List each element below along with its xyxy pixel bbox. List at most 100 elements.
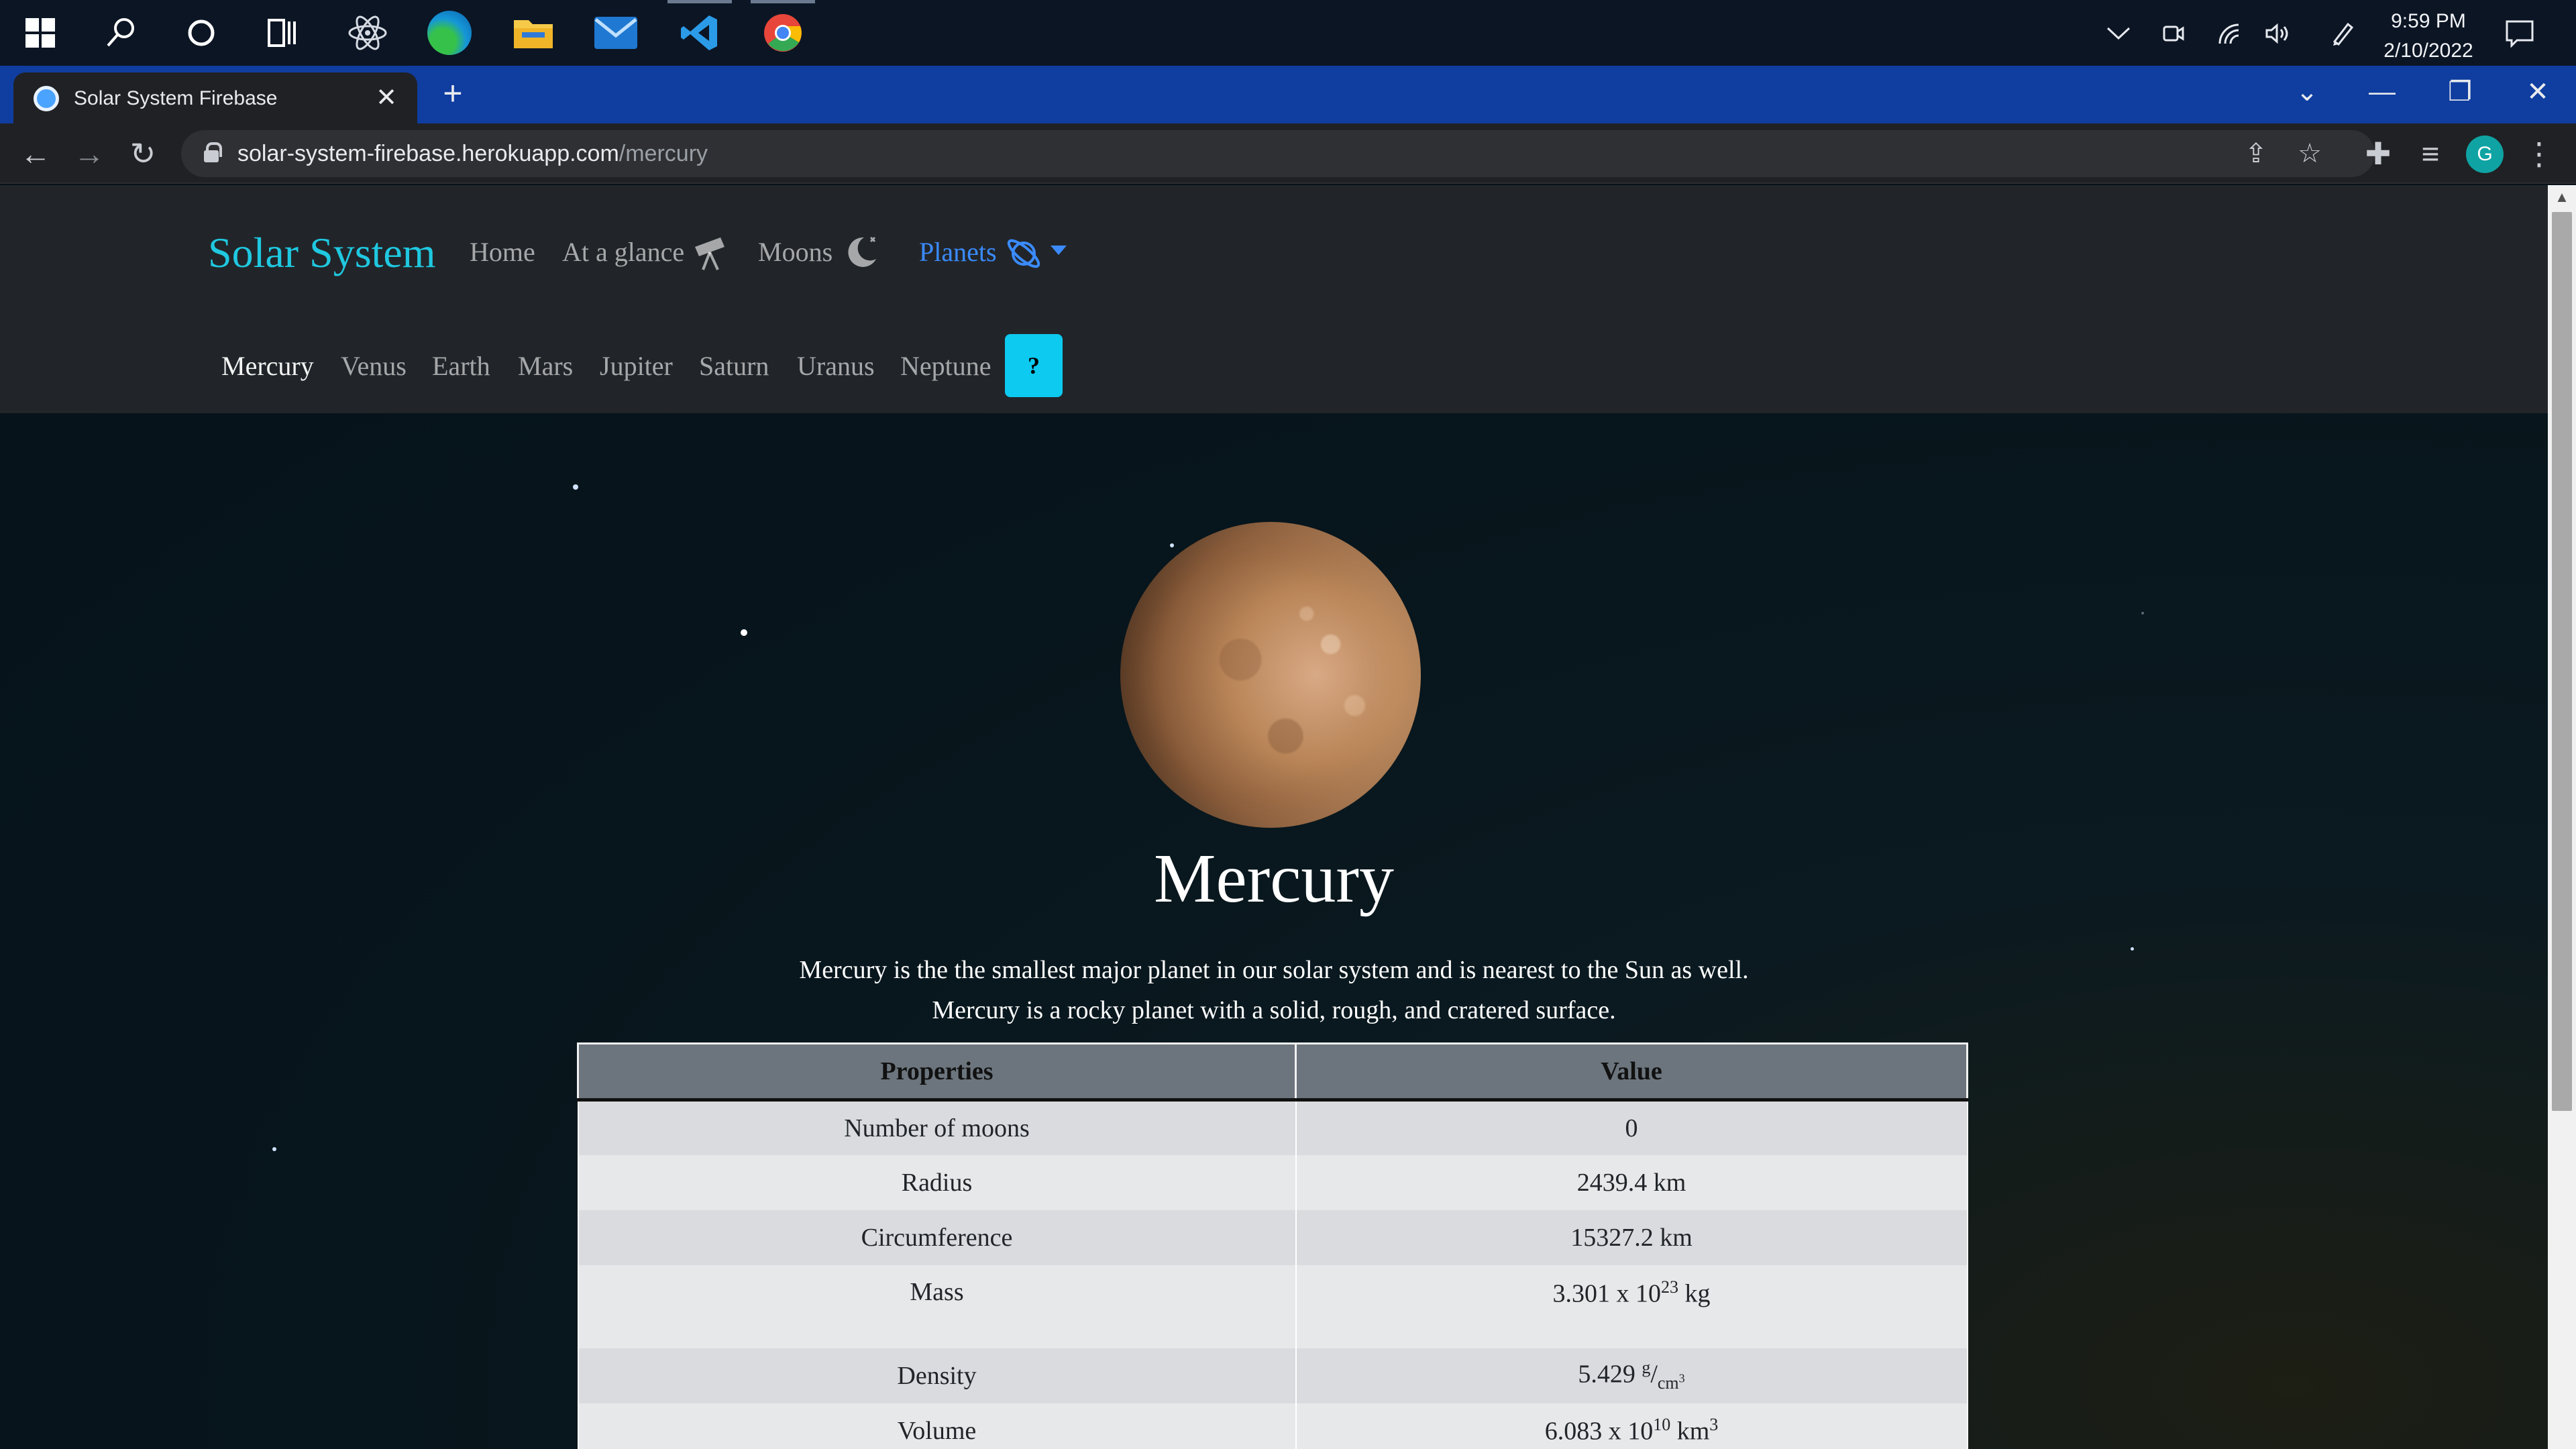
extensions-puzzle-icon[interactable]: ✚ [2355,130,2402,177]
url-text[interactable]: solar-system-firebase.herokuapp.com/merc… [237,140,708,168]
star [2131,947,2134,951]
url-host: solar-system-firebase.herokuapp.com [237,141,619,166]
nav-at-a-glance[interactable]: At a glance [562,236,684,268]
nav-home[interactable]: Home [470,236,535,268]
brand-logo[interactable]: Solar System [208,228,436,278]
notifications-icon[interactable] [2500,15,2540,52]
share-icon[interactable]: ⇪ [2238,136,2274,172]
browser-tab[interactable]: Solar System Firebase ✕ [13,72,417,123]
value-cell: 6.083 x 1010 km3 [1295,1403,1968,1449]
planet-description-line-2: Mercury is a rocky planet with a solid, … [932,996,1616,1024]
profile-avatar[interactable]: G [2466,136,2504,173]
star [1170,543,1174,547]
cortana-icon[interactable] [161,0,241,66]
folder-icon[interactable] [493,0,574,66]
header-properties: Properties [577,1042,1297,1102]
property-cell: Radius [577,1155,1297,1210]
windows-start-icon[interactable] [0,0,80,66]
planet-icon [1007,239,1040,268]
planet-link-mercury[interactable]: Mercury [221,350,314,382]
help-button[interactable]: ? [1005,334,1063,397]
planet-link-earth[interactable]: Earth [432,350,490,382]
nav-moons[interactable]: Moons [758,236,833,268]
more-menu-icon[interactable]: ⋮ [2516,130,2563,177]
planet-link-neptune[interactable]: Neptune [900,350,991,382]
page-scrollbar[interactable]: ▲ [2548,185,2576,1449]
planet-link-saturn[interactable]: Saturn [699,350,769,382]
pen-icon[interactable] [2322,15,2363,52]
vscode-icon[interactable] [659,0,740,66]
star [2141,612,2144,614]
new-tab-button[interactable]: + [429,70,476,117]
close-tab-icon[interactable]: ✕ [370,82,402,114]
clock-time: 9:59 PM [2391,10,2466,32]
site-navbar: Solar System Home At a glance Moons Plan… [0,185,2548,413]
network-icon[interactable] [2210,15,2250,52]
chevron-down-icon[interactable] [2098,15,2139,52]
value-exponent: 23 [1661,1277,1678,1297]
address-bar[interactable]: solar-system-firebase.herokuapp.com/merc… [181,130,2375,177]
table-row: Mass 3.301 x 1023 kg [577,1265,1968,1348]
property-cell: Circumference [577,1210,1297,1265]
value-base: 6.083 x 10 [1544,1417,1654,1446]
planet-properties-table: Properties Value Number of moons 0 Radiu… [577,1042,1968,1449]
page-viewport: Solar System Home At a glance Moons Plan… [0,185,2548,1449]
planet-link-mars[interactable]: Mars [518,350,573,382]
bookmark-star-icon[interactable]: ☆ [2292,136,2328,172]
star [573,484,578,490]
value-cell: 5.429 g/cm3 [1295,1348,1968,1403]
table-row: Radius 2439.4 km [577,1155,1968,1210]
atom-icon[interactable] [327,0,408,66]
planet-description-line-1: Mercury is the the smallest major planet… [799,956,1749,984]
windows-taskbar: 9:59 PM 2/10/2022 [0,0,2576,66]
scrollbar-thumb[interactable] [2552,212,2572,1111]
moon-icon [848,236,876,267]
star [272,1147,276,1151]
planet-link-uranus[interactable]: Uranus [797,350,875,382]
search-icon[interactable] [80,0,161,66]
table-row: Circumference 15327.2 km [577,1210,1968,1265]
meet-now-icon[interactable] [2153,15,2194,52]
table-row: Density 5.429 g/cm3 [577,1348,1968,1403]
minimize-button[interactable]: — [2345,66,2419,118]
chrome-icon[interactable] [743,0,823,66]
star [741,629,747,636]
edge-icon[interactable] [409,0,490,66]
task-view-icon[interactable] [241,0,322,66]
back-arrow-icon[interactable]: ← [12,130,59,177]
planets-dropdown-caret-icon[interactable] [1051,246,1067,255]
property-cell: Volume [577,1403,1297,1449]
volume-icon[interactable] [2258,15,2298,52]
tab-search-icon[interactable]: ⌄ [2270,66,2344,118]
nav-planets[interactable]: Planets [919,236,997,268]
value-cell: 2439.4 km [1295,1155,1968,1210]
value-exponent: 10 [1653,1415,1671,1435]
reload-icon[interactable]: ↻ [119,130,166,177]
clock-date: 2/10/2022 [2383,40,2473,62]
value-base: 5.429 [1578,1360,1642,1389]
value-cell: 15327.2 km [1295,1210,1968,1265]
scroll-up-arrow-icon[interactable]: ▲ [2548,185,2576,209]
reading-list-icon[interactable]: ≡ [2407,130,2454,177]
value-denominator: cm3 [1658,1371,1685,1393]
value-base: 3.301 x 10 [1552,1279,1662,1308]
close-window-button[interactable]: ✕ [2501,66,2575,118]
favicon-icon [34,86,59,111]
mail-icon[interactable] [576,0,656,66]
value-cell: 3.301 x 1023 kg [1295,1265,1968,1348]
browser-tab-strip-overlay: Solar System Firebase ✕ [0,66,2576,123]
restore-button[interactable]: ❐ [2423,66,2497,118]
value-unit-exponent: 3 [1709,1415,1719,1435]
planet-title: Mercury [1153,840,1395,917]
property-cell: Density [577,1348,1297,1403]
table-header-row: Properties Value [577,1042,1968,1102]
lock-icon[interactable] [204,142,222,162]
table-row: Number of moons 0 [577,1099,1968,1155]
url-path: /mercury [619,141,708,166]
planet-link-jupiter[interactable]: Jupiter [600,350,673,382]
property-cell: Number of moons [577,1099,1297,1155]
forward-arrow-icon[interactable]: → [66,130,113,177]
telescope-icon [695,237,724,270]
taskbar-clock[interactable]: 9:59 PM 2/10/2022 [2375,7,2482,66]
planet-link-venus[interactable]: Venus [341,350,407,382]
